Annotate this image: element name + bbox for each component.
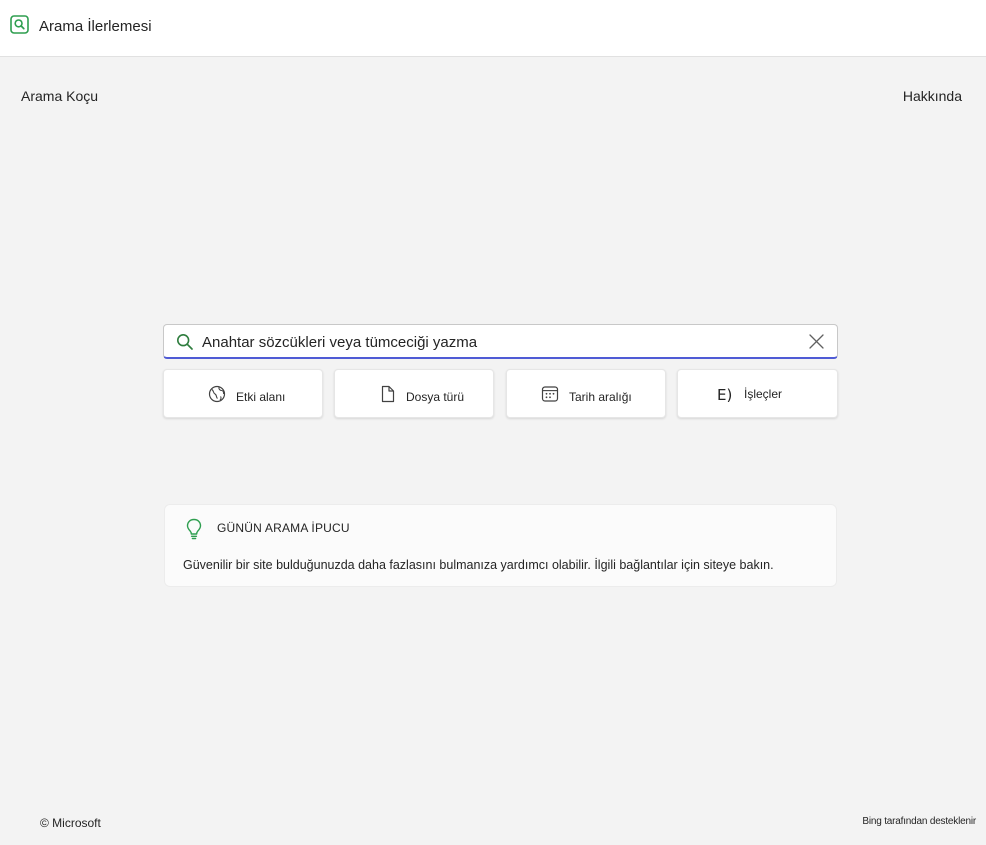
search-coach-link[interactable]: Arama Koçu (21, 88, 98, 104)
calendar-icon (541, 386, 559, 402)
search-icon (176, 333, 193, 350)
tip-heading: GÜNÜN ARAMA İPUCU (217, 521, 350, 535)
copyright-text: © Microsoft (40, 816, 101, 830)
document-icon (381, 385, 395, 403)
app-title: Arama İlerlemesi (39, 18, 152, 35)
search-tip-card: GÜNÜN ARAMA İPUCU Güvenilir bir site bul… (164, 504, 837, 587)
operators-filter-button[interactable]: E) İşleçler (677, 369, 838, 418)
lightbulb-icon (186, 518, 202, 540)
about-link[interactable]: Hakkında (903, 88, 962, 104)
filter-bar: Etki alanı Dosya türü Tarih aralığı E) İ… (163, 369, 838, 418)
operators-icon: E) (717, 386, 733, 404)
file-type-filter-button[interactable]: Dosya türü (334, 369, 494, 418)
title-bar: Arama İlerlemesi (0, 0, 986, 57)
filter-label: İşleçler (744, 387, 783, 401)
filter-label: Dosya türü (406, 390, 465, 404)
filter-label: Tarih aralığı (569, 390, 632, 404)
tip-text: Güvenilir bir site bulduğunuzda daha faz… (183, 558, 774, 572)
filter-label: Etki alanı (236, 390, 286, 404)
date-range-filter-button[interactable]: Tarih aralığı (506, 369, 666, 418)
search-icon (10, 15, 29, 34)
powered-by-text: Bing tarafından desteklenir (862, 816, 976, 827)
search-progress-app: Arama İlerlemesi Arama Koçu Hakkında Etk… (0, 0, 986, 845)
close-icon[interactable] (808, 333, 825, 350)
search-box[interactable] (163, 324, 838, 359)
domain-filter-button[interactable]: Etki alanı (163, 369, 323, 418)
globe-icon (208, 385, 226, 403)
search-input[interactable] (202, 327, 792, 357)
